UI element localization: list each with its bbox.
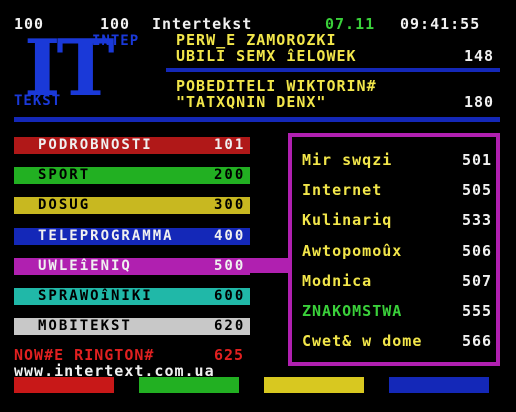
menu-item-page: 620 [214,318,246,334]
submenu-item-label: Mir swqzi [302,151,393,169]
menu-item-label: MOBITEKST [38,318,132,334]
submenu-item-page: 506 [462,242,493,260]
menu-item-label: PODROBNOSTI [38,137,153,153]
headline-divider [166,68,500,72]
submenu-item-page: 533 [462,211,493,229]
menu-item-page: 500 [214,258,246,274]
menu-item-label: UWLEîENIQ [38,258,132,274]
section-divider [14,117,500,122]
submenu-item-label: Awtopomoûx [302,242,403,260]
submenu-item-label: Kulinariq [302,211,393,229]
submenu-item-label: Internet [302,181,383,199]
menu-item-page: 600 [214,288,246,304]
submenu-item-page: 501 [462,151,493,169]
headline-1-page[interactable]: 148 [464,47,494,65]
menu-item-label: DOSUG [38,197,91,213]
submenu-item-page: 566 [462,332,493,350]
menu-item-page: 400 [214,228,246,244]
submenu-item-label: ZNAKOMSTWA [302,302,403,320]
fastext-blue-button[interactable] [389,377,489,393]
submenu-frame-right [496,133,500,366]
menu-item-6[interactable]: MOBITEKST 620 [14,318,250,335]
menu-item-2[interactable]: DOSUG 300 [14,197,250,214]
header-time: 09:41:55 [400,15,481,33]
ringtone-page[interactable]: 625 [214,346,244,364]
fastext-yellow-button[interactable] [264,377,364,393]
menu-item-label: SPORT [38,167,91,183]
logo-top-text: INTEP [92,33,140,49]
headline-1-line2: UBILI SEMX îELOWEK [176,47,357,65]
submenu-frame-top [288,133,500,137]
menu-item-page: 101 [214,137,246,153]
fastext-red-button[interactable] [14,377,114,393]
submenu-item-page: 555 [462,302,493,320]
menu-item-1[interactable]: SPORT 200 [14,167,250,184]
headline-2-page[interactable]: 180 [464,93,494,111]
submenu-frame-bottom [288,362,500,366]
menu-item-label: TELEPROGRAMMA [38,228,174,244]
submenu-item-page: 507 [462,272,493,290]
headline-2-line2: "TATXQNIN DENX" [176,93,327,111]
submenu-item-page: 505 [462,181,493,199]
menu-item-5[interactable]: SPRAWOîNIKI 600 [14,288,250,305]
submenu-connector [250,258,292,273]
fastext-green-button[interactable] [139,377,239,393]
menu-item-page: 200 [214,167,246,183]
logo-bottom-text: TEKST [14,93,62,109]
menu-item-4[interactable]: UWLEîENIQ 500 [14,258,250,275]
menu-item-3[interactable]: TELEPROGRAMMA 400 [14,228,250,245]
menu-item-label: SPRAWOîNIKI [38,288,153,304]
submenu-frame-left [288,133,292,366]
menu-item-0[interactable]: PODROBNOSTI 101 [14,137,250,154]
menu-item-page: 300 [214,197,246,213]
submenu-item-label: Modnica [302,272,373,290]
submenu-item-label: Cwet& w dome [302,332,423,350]
